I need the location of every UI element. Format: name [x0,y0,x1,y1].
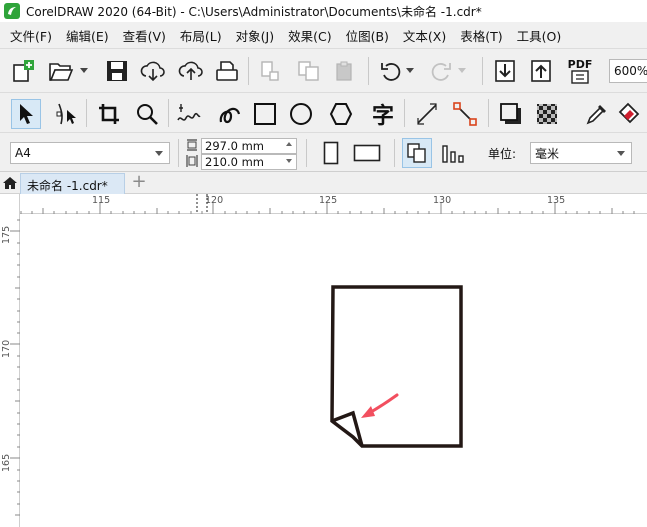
publish-to-pdf-icon[interactable]: PDF [564,56,596,86]
copy-icon[interactable] [296,58,322,84]
menu-edit[interactable]: 编辑(E) [59,22,116,48]
open-dropdown-chevron-icon[interactable] [78,58,90,84]
page-height-icon [186,154,198,171]
all-pages-layout-icon[interactable] [402,138,432,168]
rectangle-tool-icon[interactable] [252,101,278,127]
cut-icon[interactable] [256,58,282,84]
ruler-label: 120 [205,195,224,206]
export-icon[interactable] [528,58,554,84]
ruler-label: 170 [1,339,12,358]
menu-layout[interactable]: 布局(L) [173,22,229,48]
page-height-input[interactable]: 210.0 mm [201,154,297,170]
page-width-value: 297.0 mm [205,139,264,153]
page-width-input[interactable]: 297.0 mm [201,138,297,154]
new-document-icon[interactable] [10,58,36,84]
shape-tool-icon[interactable] [54,101,80,127]
ruler-label: 125 [319,195,338,206]
page-size-select[interactable]: A4 [10,142,170,164]
menu-bitmaps[interactable]: 位图(B) [339,22,396,48]
new-tab-plus-icon[interactable]: + [130,173,148,192]
home-icon[interactable] [2,176,18,193]
menu-object[interactable]: 对象(J) [229,22,281,48]
text-tool-icon[interactable]: 字 [370,101,396,129]
spin-up-icon[interactable] [286,142,292,146]
propbar-separator [178,139,179,167]
toolbox-separator [488,99,489,127]
undo-dropdown-chevron-icon[interactable] [404,58,416,84]
toolbox-separator [168,99,169,127]
toolbar-separator [368,57,369,85]
drop-shadow-tool-icon[interactable] [498,101,524,127]
print-icon[interactable] [214,58,240,84]
toolbox-separator [404,99,405,127]
coreldraw-window: CorelDRAW 2020 (64-Bit) - C:\Users\Admin… [0,0,647,527]
menu-effects[interactable]: 效果(C) [281,22,338,48]
chevron-down-icon [155,151,163,156]
horizontal-ruler[interactable]: 115 120 125 130 135 [20,194,647,214]
menu-view[interactable]: 查看(V) [116,22,173,48]
document-tab-bar: 未命名 -1.cdr* + [0,172,647,194]
menu-text[interactable]: 文本(X) [396,22,453,48]
units-label: 单位: [488,147,517,161]
pdf-label: PDF [567,57,593,71]
polygon-tool-icon[interactable] [328,101,354,127]
title-bar: CorelDRAW 2020 (64-Bit) - C:\Users\Admin… [0,0,647,22]
save-icon[interactable] [104,58,130,84]
toolbox-separator [86,99,87,127]
redo-icon[interactable] [428,58,454,84]
units-select[interactable]: 毫米 [530,142,632,164]
toolbox: 字 [0,92,647,132]
paste-icon[interactable] [332,58,358,84]
cloud-upload-icon[interactable] [178,58,204,84]
parallel-dimension-tool-icon[interactable] [414,101,440,127]
crop-tool-icon[interactable] [96,101,122,127]
eyedropper-tool-icon[interactable] [584,101,610,127]
page-size-value: A4 [15,146,31,160]
ruler-label: 115 [92,195,111,206]
units-value: 毫米 [535,146,560,161]
page-height-value: 210.0 mm [205,155,264,169]
ruler-label: 130 [433,195,452,206]
document-tab[interactable]: 未命名 -1.cdr* [20,173,125,194]
propbar-separator [306,139,307,167]
property-bar: A4 297.0 mm 210.0 mm 单位: 毫米 [0,132,647,172]
menu-tools[interactable]: 工具(O) [510,22,569,48]
toolbar-separator [248,57,249,85]
ruler-label: 175 [1,225,12,244]
import-icon[interactable] [492,58,518,84]
ruler-label: 165 [1,453,12,472]
landscape-orientation-icon[interactable] [352,140,382,166]
page-curl-shape[interactable] [330,285,463,448]
undo-icon[interactable] [378,58,404,84]
artistic-media-tool-icon[interactable] [216,101,242,127]
menu-bar: 文件(F) 编辑(E) 查看(V) 布局(L) 对象(J) 效果(C) 位图(B… [0,22,647,48]
menu-file[interactable]: 文件(F) [0,22,59,48]
pick-tool-icon[interactable] [11,99,41,129]
chevron-down-icon [617,151,625,156]
propbar-separator [394,139,395,167]
current-page-layout-icon[interactable] [440,140,466,166]
toolbar-separator [482,57,483,85]
interactive-fill-tool-icon[interactable] [616,101,642,127]
transparency-tool-icon[interactable] [534,101,560,127]
portrait-orientation-icon[interactable] [318,140,344,166]
zoom-tool-icon[interactable] [134,101,160,127]
ellipse-tool-icon[interactable] [288,101,314,127]
redo-dropdown-chevron-icon[interactable] [456,58,468,84]
ruler-label: 135 [547,195,566,206]
freehand-tool-icon[interactable] [176,101,202,127]
connector-tool-icon[interactable] [452,101,478,127]
page-width-icon [186,138,198,155]
open-folder-icon[interactable] [48,58,74,84]
menu-table[interactable]: 表格(T) [453,22,509,48]
vertical-ruler[interactable]: 175 170 165 [0,194,20,527]
spin-down-icon[interactable] [286,159,292,163]
standard-toolbar: PDF 600% [0,48,647,92]
zoom-level-combo[interactable]: 600% [609,59,647,83]
coreldraw-logo-icon [4,3,20,19]
cloud-download-icon[interactable] [140,58,166,84]
window-title: CorelDRAW 2020 (64-Bit) - C:\Users\Admin… [26,4,482,19]
drawing-canvas[interactable] [21,215,647,527]
